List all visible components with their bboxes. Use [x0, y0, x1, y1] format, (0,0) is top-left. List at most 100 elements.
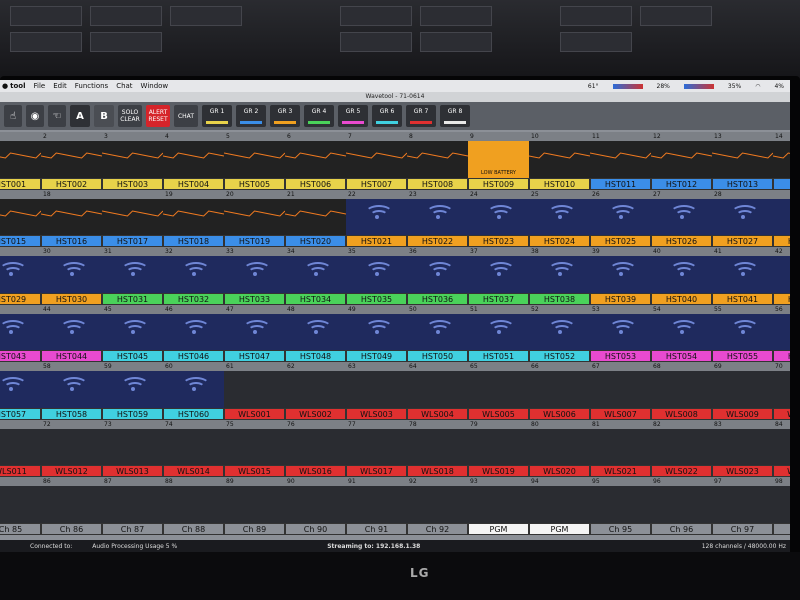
channel-cell[interactable]: 2 HST002 [40, 132, 103, 190]
channel-cell[interactable]: 75 WLS015 [224, 419, 285, 477]
channel-cell[interactable]: 34 HST034 [285, 247, 346, 305]
channel-cell[interactable]: 27 HST026 [651, 189, 712, 247]
group-button-3[interactable]: GR 3 [270, 105, 300, 127]
channel-label[interactable]: HST001 [0, 177, 41, 190]
channel-label[interactable]: HST016 [41, 235, 102, 247]
channel-cell[interactable]: 77 WLS017 [346, 419, 407, 477]
channel-cell[interactable]: 76 WLS016 [285, 419, 346, 477]
channel-cell[interactable]: 12 HST012 [650, 132, 713, 190]
channel-cell[interactable]: 70 WLS010 [773, 362, 790, 420]
channel-label[interactable]: HST026 [651, 235, 712, 247]
channel-cell[interactable]: 1 HST001 [0, 132, 42, 190]
channel-cell[interactable]: 93 PGM [468, 477, 529, 535]
channel-label[interactable]: WLS021 [590, 465, 651, 477]
channel-cell[interactable]: 85 Ch 85 [0, 477, 41, 535]
channel-label[interactable]: HST042 [773, 292, 790, 305]
channel-label[interactable]: Ch 89 [224, 522, 285, 535]
channel-label[interactable]: HST038 [529, 292, 590, 305]
channel-label[interactable]: Ch 98 [773, 522, 790, 535]
channel-cell[interactable]: 97 Ch 97 [712, 477, 773, 535]
channel-label[interactable]: WLS010 [773, 407, 790, 420]
channel-cell[interactable]: 81 WLS021 [590, 419, 651, 477]
channel-cell[interactable]: 89 Ch 89 [224, 477, 285, 535]
channel-cell[interactable]: 3 HST003 [101, 132, 164, 190]
channel-cell[interactable]: 60 HST060 [163, 362, 224, 420]
channel-label[interactable]: Ch 85 [0, 522, 41, 535]
channel-label[interactable]: WLS012 [41, 465, 102, 477]
channel-label[interactable]: HST046 [163, 350, 224, 362]
channel-label[interactable]: WLS004 [407, 407, 468, 420]
channel-label[interactable]: HST030 [41, 292, 102, 305]
b-button[interactable]: B [94, 105, 114, 127]
channel-label[interactable]: HST011 [590, 177, 651, 190]
channel-label[interactable]: HST028 [773, 235, 790, 247]
channel-label[interactable]: HST006 [285, 177, 346, 190]
channel-cell[interactable]: 18 HST016 [40, 189, 103, 247]
channel-label[interactable]: HST029 [0, 292, 41, 305]
menu-file[interactable]: File [33, 82, 45, 90]
channel-label[interactable]: Ch 88 [163, 522, 224, 535]
menu-chat[interactable]: Chat [116, 82, 132, 90]
channel-cell[interactable]: 95 Ch 95 [590, 477, 651, 535]
channel-label[interactable]: Ch 86 [41, 522, 102, 535]
channel-label[interactable]: WLS019 [468, 465, 529, 477]
channel-cell[interactable]: 53 HST053 [590, 304, 651, 362]
app-menu[interactable]: tool [10, 82, 25, 90]
channel-cell[interactable]: 57 HST057 [0, 362, 41, 420]
channel-cell[interactable]: HST017 [101, 189, 164, 247]
channel-label[interactable]: WLS003 [346, 407, 407, 420]
channel-cell[interactable]: 90 Ch 90 [285, 477, 346, 535]
channel-cell[interactable]: 88 Ch 88 [163, 477, 224, 535]
channel-cell[interactable]: 10 HST010 [528, 132, 591, 190]
channel-cell[interactable]: 6 HST006 [284, 132, 347, 190]
channel-cell[interactable]: 7 HST007 [345, 132, 408, 190]
channel-cell[interactable]: 65 WLS005 [468, 362, 529, 420]
group-button-5[interactable]: GR 5 [338, 105, 368, 127]
channel-label[interactable]: HST022 [407, 235, 468, 247]
channel-label[interactable]: HST056 [773, 350, 790, 362]
wifi-icon[interactable]: ◠ [755, 83, 760, 90]
channel-label[interactable]: HST024 [529, 235, 590, 247]
channel-cell[interactable]: 52 HST052 [529, 304, 590, 362]
group-button-7[interactable]: GR 7 [406, 105, 436, 127]
channel-cell[interactable]: 66 WLS006 [529, 362, 590, 420]
channel-cell[interactable]: 83 WLS023 [712, 419, 773, 477]
channel-label[interactable]: HST055 [712, 350, 773, 362]
channel-cell[interactable]: 24 HST023 [468, 189, 529, 247]
channel-label[interactable]: HST050 [407, 350, 468, 362]
group-button-4[interactable]: GR 4 [304, 105, 334, 127]
channel-cell[interactable]: 98 Ch 98 [773, 477, 790, 535]
channel-label[interactable]: HST043 [0, 350, 41, 362]
channel-label[interactable]: HST007 [346, 177, 407, 190]
channel-cell[interactable]: 59 HST059 [102, 362, 163, 420]
channel-cell[interactable]: 64 WLS004 [407, 362, 468, 420]
channel-label[interactable]: HST015 [0, 235, 41, 247]
channel-label[interactable]: HST052 [529, 350, 590, 362]
channel-cell[interactable]: 44 HST044 [41, 304, 102, 362]
channel-cell[interactable]: 87 Ch 87 [102, 477, 163, 535]
channel-label[interactable]: WLS014 [163, 465, 224, 477]
channel-label[interactable]: WLS022 [651, 465, 712, 477]
channel-cell[interactable]: 11 HST011 [589, 132, 652, 190]
channel-cell[interactable]: 14 HST0 [772, 132, 790, 190]
channel-label[interactable]: Ch 96 [651, 522, 712, 535]
channel-label[interactable]: HST008 [407, 177, 468, 190]
channel-cell[interactable]: 26 HST025 [590, 189, 651, 247]
channel-cell[interactable]: 39 HST039 [590, 247, 651, 305]
channel-label[interactable]: WLS015 [224, 465, 285, 477]
channel-cell[interactable]: HST043 [0, 304, 41, 362]
alert-reset-button[interactable]: ALERT RESET [146, 105, 170, 127]
channel-label[interactable]: WLS001 [224, 407, 285, 420]
channel-label[interactable]: HST002 [41, 177, 102, 190]
touch-eye-icon[interactable]: ☜ [48, 105, 66, 127]
channel-cell[interactable]: 82 WLS022 [651, 419, 712, 477]
channel-label[interactable]: HST047 [224, 350, 285, 362]
channel-cell[interactable]: 84 WLS024 [773, 419, 790, 477]
channel-cell[interactable]: 68 WLS008 [651, 362, 712, 420]
channel-label[interactable]: Ch 97 [712, 522, 773, 535]
channel-label[interactable]: HST034 [285, 292, 346, 305]
channel-label[interactable]: HST039 [590, 292, 651, 305]
channel-cell[interactable]: 33 HST033 [224, 247, 285, 305]
channel-cell[interactable]: 4 HST004 [162, 132, 225, 190]
solo-clear-button[interactable]: SOLO CLEAR [118, 105, 142, 127]
